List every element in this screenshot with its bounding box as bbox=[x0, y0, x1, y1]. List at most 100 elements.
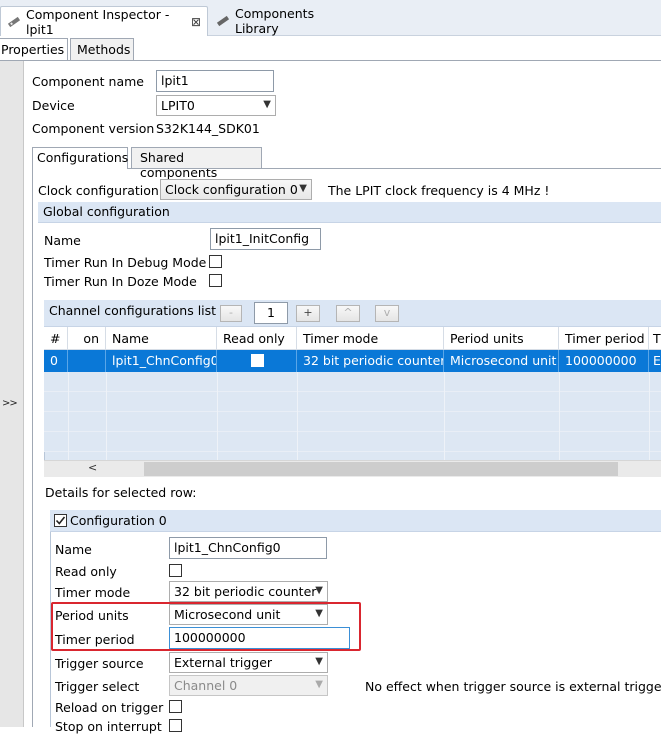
tab-configurations[interactable]: Configurations bbox=[32, 147, 128, 169]
table-grid-line bbox=[217, 372, 218, 460]
cfg-trigger-select-label: Trigger select bbox=[55, 679, 140, 694]
tab-properties[interactable]: Properties bbox=[0, 38, 68, 60]
tab-properties-label: Properties bbox=[1, 42, 65, 57]
chevron-down-icon: ▼ bbox=[315, 656, 323, 667]
cfg-name-label: Name bbox=[55, 542, 92, 557]
chevron-down-icon: ▼ bbox=[263, 99, 271, 110]
global-name-input[interactable]: lpit1_InitConfig bbox=[210, 228, 321, 250]
tab-components-library[interactable]: Components Library bbox=[210, 6, 360, 36]
table-grid-line bbox=[68, 372, 69, 460]
chevron-down-icon: ▼ bbox=[315, 679, 323, 690]
clock-config-value: Clock configuration 0 bbox=[165, 182, 298, 197]
table-cell-name[interactable]: lpit1_ChnConfig0 bbox=[106, 350, 217, 372]
table-cell-timer-period[interactable]: 100000000 bbox=[559, 350, 649, 372]
table-cell-timer-mode[interactable]: 32 bit periodic counter bbox=[297, 350, 444, 372]
cfg-trigger-note: No effect when trigger source is externa… bbox=[365, 679, 661, 694]
add-row-button[interactable]: + bbox=[296, 305, 320, 322]
table-empty-row bbox=[44, 412, 661, 432]
table-cell-option[interactable] bbox=[68, 350, 106, 372]
doze-mode-checkbox[interactable] bbox=[209, 274, 222, 287]
configuration-0-header[interactable]: Configuration 0 bbox=[50, 510, 661, 532]
component-name-label: Component name bbox=[32, 74, 144, 89]
cfg-reload-checkbox[interactable] bbox=[169, 700, 182, 713]
scrollbar-thumb[interactable] bbox=[144, 462, 618, 476]
tab-shared-label: Shared components bbox=[140, 150, 218, 180]
remove-row-button[interactable]: - bbox=[220, 305, 242, 322]
column-header-read-only[interactable]: Read only bbox=[217, 327, 297, 350]
doze-mode-label: Timer Run In Doze Mode bbox=[44, 274, 197, 289]
move-up-button[interactable]: ^ bbox=[336, 305, 360, 322]
cfg-read-only-checkbox[interactable] bbox=[169, 564, 182, 577]
column-header-timer-mode[interactable]: Timer mode bbox=[297, 327, 444, 350]
cfg-trigger-source-value: External trigger bbox=[174, 655, 273, 670]
collapsed-panel-strip[interactable] bbox=[0, 61, 24, 727]
global-name-label: Name bbox=[44, 233, 81, 248]
component-version-label: Component version bbox=[32, 121, 155, 136]
expand-panel-icon[interactable]: >> bbox=[2, 398, 18, 409]
column-header-period-units[interactable]: Period units bbox=[444, 327, 559, 350]
tab-shared-components[interactable]: Shared components bbox=[131, 147, 262, 180]
component-version-value: S32K144_SDK01 bbox=[156, 121, 260, 136]
cfg-trigger-source-select[interactable]: External trigger ▼ bbox=[169, 652, 328, 673]
column-header-index[interactable]: # bbox=[44, 327, 68, 350]
table-cell-index[interactable]: 0 bbox=[44, 350, 68, 372]
configuration-0-title: Configuration 0 bbox=[70, 513, 167, 528]
column-header-option[interactable]: on bbox=[68, 327, 106, 350]
table-grid-line bbox=[444, 372, 445, 460]
table-grid-line bbox=[649, 372, 650, 460]
cfg-stop-checkbox[interactable] bbox=[169, 719, 182, 732]
component-name-input[interactable]: lpit1 bbox=[156, 70, 274, 92]
global-config-title: Global configuration bbox=[43, 204, 170, 219]
debug-mode-checkbox[interactable] bbox=[209, 255, 222, 268]
column-header-timer-period[interactable]: Timer period bbox=[559, 327, 649, 350]
table-empty-row bbox=[44, 372, 661, 392]
check-icon bbox=[55, 516, 66, 525]
table-cell-trigger[interactable]: E bbox=[649, 350, 661, 372]
scroll-left-icon[interactable]: < bbox=[88, 461, 97, 474]
table-cell-period-units[interactable]: Microsecond unit bbox=[444, 350, 559, 372]
column-header-trigger[interactable]: T bbox=[649, 327, 661, 350]
chevron-down-icon: ▼ bbox=[315, 585, 323, 596]
device-select-value: LPIT0 bbox=[161, 98, 195, 113]
move-down-button[interactable]: v bbox=[375, 305, 399, 322]
tab-methods[interactable]: Methods bbox=[70, 38, 134, 60]
debug-mode-label: Timer Run In Debug Mode bbox=[44, 255, 207, 270]
details-label: Details for selected row: bbox=[45, 485, 197, 500]
tab-library-label: Components Library bbox=[235, 6, 315, 36]
tab-component-inspector[interactable]: Component Inspector - lpit1 ⊠ bbox=[0, 6, 208, 37]
tab-inspector-label: Component Inspector - lpit1 bbox=[26, 6, 170, 37]
table-grid-line bbox=[297, 372, 298, 460]
cfg-trigger-source-label: Trigger source bbox=[55, 656, 144, 671]
read-only-cell-checkbox[interactable] bbox=[251, 354, 264, 367]
config-tab-divider bbox=[128, 168, 661, 169]
device-label: Device bbox=[32, 98, 75, 113]
table-grid-line bbox=[559, 372, 560, 460]
table-cell-read-only[interactable] bbox=[217, 350, 297, 372]
device-select[interactable]: LPIT0 ▼ bbox=[156, 95, 276, 116]
cfg-trigger-select-value: Channel 0 bbox=[174, 678, 238, 693]
global-config-header[interactable]: Global configuration bbox=[38, 202, 661, 223]
config-frame-border bbox=[32, 168, 33, 727]
cfg-timer-mode-label: Timer mode bbox=[55, 585, 131, 600]
cfg-name-input[interactable]: lpit1_ChnConfig0 bbox=[169, 537, 327, 559]
cfg-trigger-select-select[interactable]: Channel 0 ▼ bbox=[169, 675, 328, 696]
cfg-read-only-label: Read only bbox=[55, 564, 117, 579]
channel-list-title: Channel configurations list bbox=[49, 303, 217, 318]
highlight-box bbox=[51, 602, 361, 651]
library-icon bbox=[216, 14, 230, 28]
table-grid-line bbox=[106, 372, 107, 460]
configuration-0-checkbox[interactable] bbox=[54, 514, 67, 527]
clock-config-label: Clock configuration bbox=[38, 183, 159, 198]
close-tab-icon[interactable]: ⊠ bbox=[191, 15, 201, 29]
table-empty-row bbox=[44, 392, 661, 412]
tab-methods-label: Methods bbox=[77, 42, 131, 57]
row-count-field[interactable]: 1 bbox=[254, 302, 288, 324]
subtab-divider bbox=[0, 60, 661, 61]
cfg-reload-label: Reload on trigger bbox=[55, 700, 164, 715]
cfg-timer-mode-select[interactable]: 32 bit periodic counter ▼ bbox=[169, 581, 328, 602]
inspector-icon bbox=[7, 15, 21, 29]
tab-configurations-label: Configurations bbox=[37, 150, 129, 165]
clock-config-select[interactable]: Clock configuration 0 ▼ bbox=[160, 179, 312, 200]
column-header-name[interactable]: Name bbox=[106, 327, 217, 350]
chevron-down-icon: ▼ bbox=[299, 183, 307, 194]
